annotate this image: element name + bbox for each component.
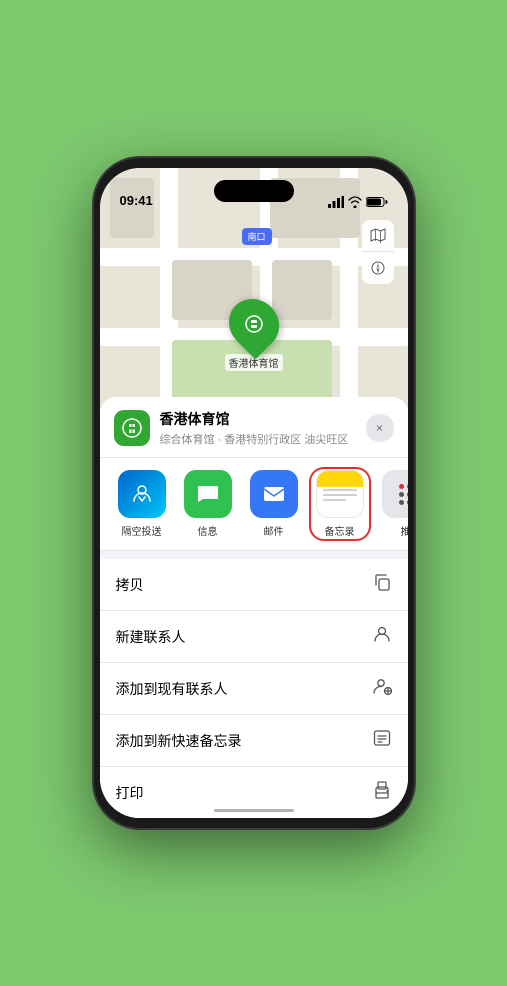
add-note-label: 添加到新快速备忘录 xyxy=(116,731,242,751)
share-more[interactable]: 推 xyxy=(378,470,408,538)
status-icons xyxy=(328,196,388,208)
add-contact-icon xyxy=(372,676,392,701)
bottom-sheet: 香港体育馆 综合体育馆 · 香港特别行政区 油尖旺区 × xyxy=(100,397,408,818)
status-time: 09:41 xyxy=(120,193,153,208)
action-add-contact[interactable]: 添加到现有联系人 xyxy=(100,663,408,715)
print-label: 打印 xyxy=(116,783,144,803)
sheet-close-button[interactable]: × xyxy=(366,414,394,442)
add-note-icon xyxy=(372,728,392,753)
home-indicator xyxy=(214,809,294,812)
venue-icon xyxy=(114,410,150,446)
map-controls xyxy=(362,220,394,284)
map-type-button[interactable] xyxy=(362,220,394,252)
new-contact-icon xyxy=(372,624,392,649)
map-label-text: 南口 xyxy=(247,232,265,242)
message-icon xyxy=(184,470,232,518)
phone-screen: 09:41 xyxy=(100,168,408,818)
phone-frame: 09:41 xyxy=(94,158,414,828)
close-icon: × xyxy=(376,421,383,435)
venue-subtitle: 综合体育馆 · 香港特别行政区 油尖旺区 xyxy=(160,431,356,447)
battery-icon xyxy=(366,196,388,208)
mail-icon xyxy=(250,470,298,518)
share-row: 隔空投送 信息 xyxy=(100,458,408,551)
new-contact-label: 新建联系人 xyxy=(116,627,186,647)
location-marker: 香港体育馆 xyxy=(225,298,283,371)
share-notes[interactable]: 备忘录 xyxy=(312,470,368,538)
marker-inner xyxy=(238,308,270,340)
venue-name: 香港体育馆 xyxy=(160,409,356,429)
notes-label: 备忘录 xyxy=(325,523,355,538)
airdrop-icon xyxy=(118,470,166,518)
airdrop-label: 隔空投送 xyxy=(122,523,162,538)
mail-label: 邮件 xyxy=(264,523,284,538)
copy-icon xyxy=(372,572,392,597)
compass-button[interactable] xyxy=(362,252,394,284)
share-airdrop[interactable]: 隔空投送 xyxy=(114,470,170,538)
marker-pin xyxy=(218,289,289,360)
print-icon xyxy=(372,780,392,805)
add-contact-label: 添加到现有联系人 xyxy=(116,679,228,699)
copy-label: 拷贝 xyxy=(116,575,144,595)
signal-icon xyxy=(328,196,344,208)
sheet-header: 香港体育馆 综合体育馆 · 香港特别行政区 油尖旺区 × xyxy=(100,397,408,458)
wifi-icon xyxy=(348,196,362,208)
dynamic-island xyxy=(214,180,294,202)
share-message[interactable]: 信息 xyxy=(180,470,236,538)
message-label: 信息 xyxy=(198,523,218,538)
share-mail[interactable]: 邮件 xyxy=(246,470,302,538)
venue-info: 香港体育馆 综合体育馆 · 香港特别行政区 油尖旺区 xyxy=(160,409,356,447)
notes-icon xyxy=(316,470,364,518)
more-icon xyxy=(382,470,408,518)
action-new-contact[interactable]: 新建联系人 xyxy=(100,611,408,663)
action-add-note[interactable]: 添加到新快速备忘录 xyxy=(100,715,408,767)
more-label: 推 xyxy=(401,523,408,538)
map-label-tag: 南口 xyxy=(241,228,271,245)
action-copy[interactable]: 拷贝 xyxy=(100,559,408,611)
action-list: 拷贝 新建联系人 xyxy=(100,559,408,818)
